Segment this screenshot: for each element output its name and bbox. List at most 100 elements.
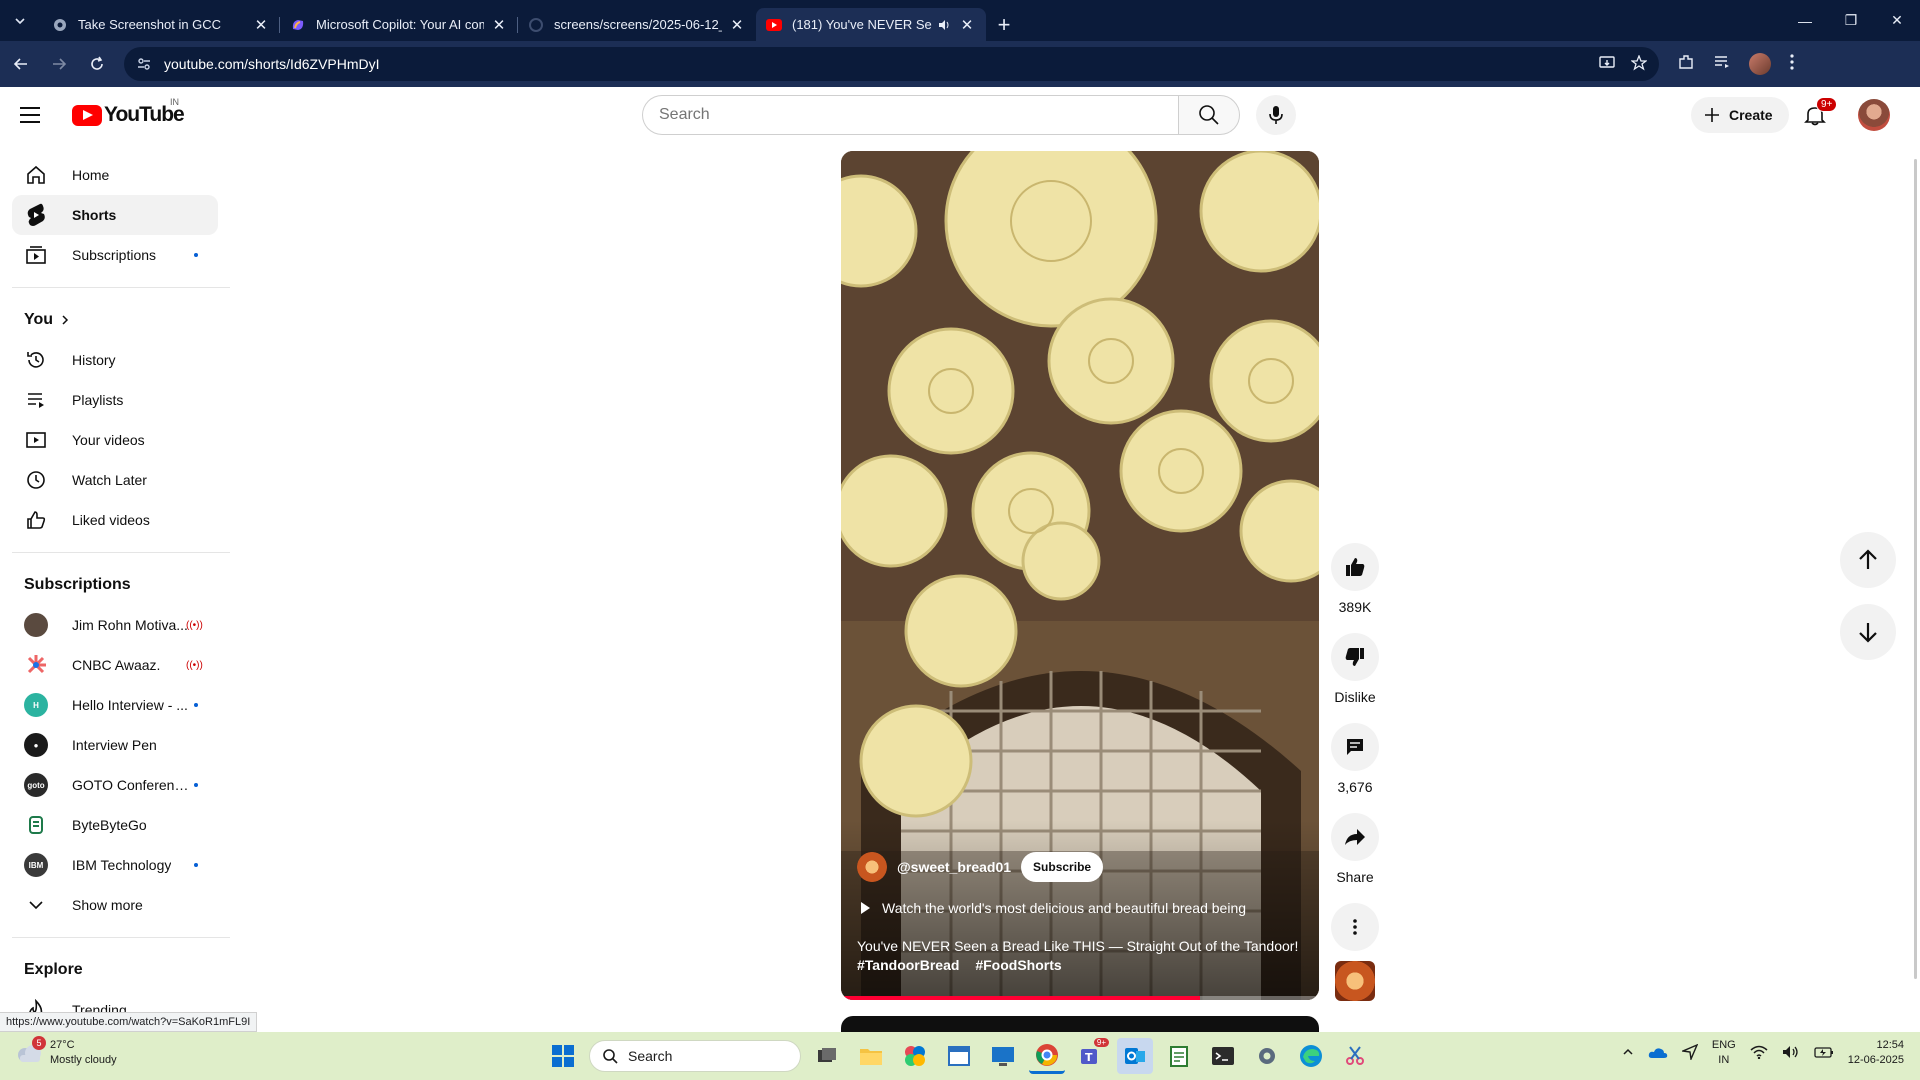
notepad-icon[interactable] [1161, 1038, 1197, 1074]
reload-button[interactable] [80, 47, 114, 81]
browser-menu-icon[interactable] [1789, 53, 1795, 76]
restore-icon[interactable]: ❐ [1828, 0, 1874, 41]
snipping-tool-icon[interactable] [1337, 1038, 1373, 1074]
browser-profile-avatar[interactable] [1749, 53, 1771, 75]
subscription-channel[interactable]: Jim Rohn Motiva... ((•)) [12, 605, 218, 645]
search-input[interactable] [642, 95, 1178, 135]
subscription-channel[interactable]: CNBC Awaaz. ((•)) [12, 645, 218, 685]
subscribe-button[interactable]: Subscribe [1021, 852, 1104, 882]
account-avatar[interactable] [1858, 99, 1890, 131]
video-progress-bar[interactable] [841, 996, 1319, 1000]
browser-tab-active[interactable]: (181) You've NEVER Seen a ✕ [756, 8, 986, 41]
sidebar-item-label: Watch Later [72, 472, 147, 488]
system-clock[interactable]: 12:54 12-06-2025 [1848, 1038, 1904, 1068]
youtube-favicon-icon [766, 17, 782, 33]
clock-time: 12:54 [1876, 1039, 1904, 1051]
chevron-up-icon[interactable] [1622, 1046, 1634, 1061]
subscription-channel[interactable]: ByteByteGo [12, 805, 218, 845]
new-tab-button[interactable]: + [986, 8, 1022, 41]
hamburger-menu-icon[interactable] [20, 100, 50, 130]
windows-start-icon[interactable] [545, 1038, 581, 1074]
scrollbar-thumb[interactable] [1914, 159, 1917, 979]
subscription-channel[interactable]: ● Interview Pen [12, 725, 218, 765]
like-button[interactable] [1331, 543, 1379, 591]
page-scrollbar[interactable] [1914, 143, 1920, 1023]
weather-widget[interactable]: 5 27°C Mostly cloudy [14, 1036, 117, 1068]
chrome-icon[interactable] [1029, 1038, 1065, 1074]
speaker-icon[interactable] [936, 17, 952, 33]
sidebar-item-history[interactable]: History [12, 340, 218, 380]
arrow-up-icon [1859, 549, 1877, 569]
back-button[interactable] [4, 47, 38, 81]
hashtag-link[interactable]: #FoodShorts [975, 957, 1061, 973]
sound-source-thumbnail[interactable] [1335, 961, 1375, 1001]
sidebar-item-playlists[interactable]: Playlists [12, 380, 218, 420]
browser-tab[interactable]: screens/screens/2025-06-12_05 ✕ [518, 8, 756, 41]
language-indicator[interactable]: ENG IN [1712, 1038, 1736, 1068]
subscription-channel[interactable]: H Hello Interview - ... [12, 685, 218, 725]
next-short-button[interactable] [1840, 604, 1896, 660]
browser-tab[interactable]: Microsoft Copilot: Your AI comp ✕ [280, 8, 518, 41]
location-arrow-icon[interactable] [1680, 1043, 1699, 1063]
subscription-channel[interactable]: IBM IBM Technology [12, 845, 218, 885]
create-button[interactable]: Create [1691, 97, 1789, 133]
voice-search-button[interactable] [1256, 95, 1296, 135]
terminal-icon[interactable] [1205, 1038, 1241, 1074]
dislike-button[interactable] [1331, 633, 1379, 681]
sidebar-item-watch-later[interactable]: Watch Later [12, 460, 218, 500]
description-text: Watch the world's most delicious and bea… [882, 900, 1247, 916]
sidebar-item-liked-videos[interactable]: Liked videos [12, 500, 218, 540]
short-channel-avatar[interactable] [857, 852, 887, 882]
tab-title: Take Screenshot in GCC [78, 17, 222, 32]
subscription-channel[interactable]: goto GOTO Conferenc... [12, 765, 218, 805]
close-tab-icon[interactable]: ✕ [252, 16, 270, 34]
browser-tab[interactable]: Take Screenshot in GCC ✕ [42, 8, 280, 41]
share-button[interactable] [1331, 813, 1379, 861]
close-tab-icon[interactable]: ✕ [728, 16, 746, 34]
short-video-player[interactable]: @sweet_bread01 Subscribe Watch the world… [841, 151, 1319, 1000]
onedrive-icon[interactable] [1648, 1045, 1668, 1062]
tab-search-button[interactable] [6, 7, 34, 35]
settings-gear-icon[interactable] [1249, 1038, 1285, 1074]
sidebar-item-shorts[interactable]: Shorts [12, 195, 218, 235]
site-info-icon[interactable] [136, 56, 152, 72]
media-controls-icon[interactable] [1713, 53, 1731, 76]
task-view-icon[interactable] [809, 1038, 845, 1074]
previous-short-button[interactable] [1840, 532, 1896, 588]
close-tab-icon[interactable]: ✕ [490, 16, 508, 34]
forward-button[interactable] [42, 47, 76, 81]
notifications-button[interactable]: 9+ [1800, 97, 1838, 130]
short-description[interactable]: Watch the world's most delicious and bea… [861, 900, 1246, 916]
close-tab-icon[interactable]: ✕ [958, 16, 976, 34]
taskbar-search[interactable]: Search [589, 1040, 801, 1072]
close-window-icon[interactable]: ✕ [1874, 0, 1920, 41]
search-button[interactable] [1178, 95, 1240, 135]
volume-icon[interactable] [1782, 1045, 1800, 1062]
sidebar-item-your-videos[interactable]: Your videos [12, 420, 218, 460]
bookmark-star-icon[interactable] [1630, 53, 1648, 74]
wifi-icon[interactable] [1750, 1045, 1768, 1062]
file-explorer-icon[interactable] [853, 1038, 889, 1074]
minimize-icon[interactable]: — [1782, 0, 1828, 41]
sidebar-item-subscriptions[interactable]: Subscriptions [12, 235, 218, 275]
show-more-button[interactable]: Show more [12, 885, 218, 925]
thumbs-up-icon [1346, 558, 1365, 576]
window-app-icon[interactable] [941, 1038, 977, 1074]
extensions-icon[interactable] [1677, 53, 1695, 76]
address-bar[interactable]: youtube.com/shorts/Id6ZVPHmDyI [124, 47, 1659, 81]
hashtag-link[interactable]: #TandoorBread [857, 957, 959, 973]
chevron-down-icon [24, 893, 48, 917]
teams-icon[interactable]: T 9+ [1073, 1038, 1109, 1074]
youtube-logo[interactable]: YouTube IN [72, 97, 185, 127]
you-section-heading[interactable]: You [0, 300, 230, 340]
remote-desktop-icon[interactable] [985, 1038, 1021, 1074]
install-app-icon[interactable] [1599, 55, 1615, 74]
outlook-icon[interactable] [1117, 1038, 1153, 1074]
microsoft-365-icon[interactable] [897, 1038, 933, 1074]
more-actions-button[interactable] [1331, 903, 1379, 951]
battery-icon[interactable] [1814, 1045, 1834, 1062]
edge-icon[interactable] [1293, 1038, 1329, 1074]
comments-button[interactable] [1331, 723, 1379, 771]
sidebar-item-home[interactable]: Home [12, 155, 218, 195]
short-channel-handle[interactable]: @sweet_bread01 [897, 859, 1011, 875]
